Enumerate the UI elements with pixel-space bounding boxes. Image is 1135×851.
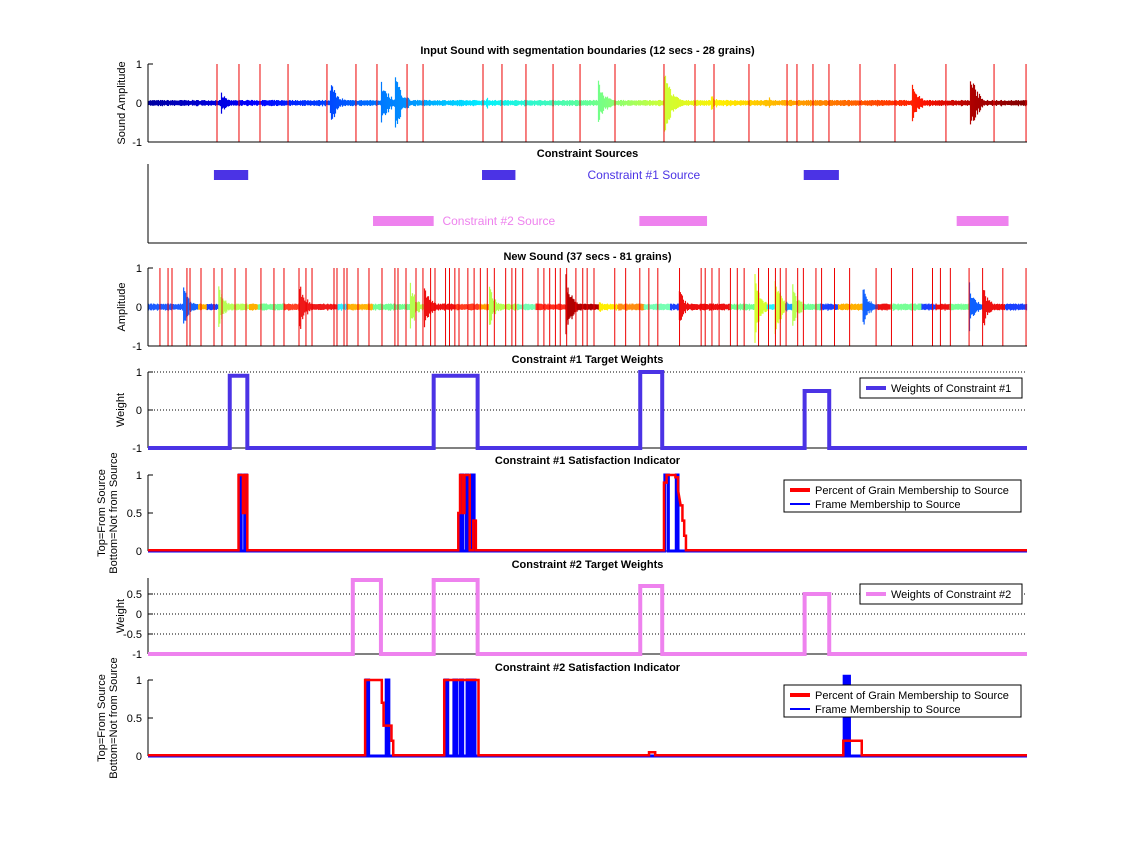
y-axis-label: Top=From Source (96, 469, 108, 557)
y-tick-label: -1 (132, 137, 142, 149)
y-tick-label: -1 (132, 341, 142, 353)
y-tick-label: 0.5 (127, 508, 142, 520)
chart-title: New Sound (37 secs - 81 grains) (503, 251, 671, 263)
y-tick-label: 0.5 (127, 589, 142, 601)
y-axis-label: Bottom=Not from Source (108, 657, 120, 778)
legend-label: Frame Membership to Source (815, 704, 961, 716)
y-tick-label: 1 (136, 59, 142, 71)
legend: Weights of Constraint #2 (859, 583, 1023, 605)
chart-title: Constraint #2 Target Weights (512, 559, 664, 571)
y-axis-label: Bottom=Not from Source (108, 452, 120, 573)
constraint-1-source-bar (213, 170, 249, 180)
legend-label: Weights of Constraint #2 (891, 589, 1011, 601)
legend: Percent of Grain Membership to Source Fra… (783, 684, 1022, 718)
y-tick-label: 1 (136, 675, 142, 687)
y-tick-label: 0 (136, 609, 142, 621)
panel-new-sound: New Sound (37 secs - 81 grains) 1 0 -1 Ampli… (116, 251, 1028, 353)
y-tick-label: 0.5 (127, 713, 142, 725)
constraint-1-source-bar (803, 170, 839, 180)
y-axis-label: Weight (115, 599, 127, 633)
y-tick-label: 1 (136, 263, 142, 275)
panel-c1-satisfaction: Constraint #1 Satisfaction Indicator 1 0.5… (96, 452, 1027, 574)
panel-c1-weights: Constraint #1 Target Weights 1 0 -1 Weights … (115, 354, 1027, 455)
legend: Percent of Grain Membership to Source Fra… (783, 479, 1022, 513)
y-tick-label: 1 (136, 367, 142, 379)
chart-title: Constraint #2 Satisfaction Indicator (495, 662, 681, 674)
constraint-2-source-bar (956, 216, 1009, 226)
panel-c2-satisfaction: Constraint #2 Satisfaction Indicator 1 0.5… (96, 657, 1027, 779)
panel-input-sound: Input Sound with segmentation boundaries… (116, 45, 1028, 149)
chart-title: Constraint #1 Target Weights (512, 354, 664, 366)
y-axis-label: Weight (115, 393, 127, 427)
y-tick-label: 1 (136, 470, 142, 482)
chart-title: Input Sound with segmentation boundaries… (420, 45, 755, 57)
y-axis-label: Top=From Source (96, 674, 108, 762)
legend: Weights of Constraint #1 (859, 377, 1023, 399)
panel-constraint-sources: Constraint Sources Constraint #1 Source Co… (147, 148, 1027, 244)
y-axis-label: Sound Amplitude (116, 61, 128, 144)
legend-label: Frame Membership to Source (815, 499, 961, 511)
panel-c2-weights: Constraint #2 Target Weights0.50-0.5-1We… (115, 559, 1027, 661)
y-tick-label: -1 (132, 649, 142, 661)
legend-label: Percent of Grain Membership to Source (815, 690, 1009, 702)
y-tick-label: 0 (136, 302, 142, 314)
constraint-2-source-bar (373, 216, 434, 226)
y-tick-label: 0 (136, 751, 142, 763)
y-tick-label: 0 (136, 98, 142, 110)
legend-label: Percent of Grain Membership to Source (815, 485, 1009, 497)
constraint-1-source-label: Constraint #1 Source (588, 168, 701, 182)
constraint-1-source-bar (482, 170, 516, 180)
y-tick-label: 0 (136, 546, 142, 558)
constraint-2-source-label: Constraint #2 Source (442, 214, 555, 228)
y-tick-label: 0 (136, 405, 142, 417)
legend-label: Weights of Constraint #1 (891, 383, 1011, 395)
y-axis-label: Amplitude (116, 283, 128, 332)
chart-title: Constraint #1 Satisfaction Indicator (495, 455, 681, 467)
constraint-2-source-bar (639, 216, 708, 226)
chart-title: Constraint Sources (537, 148, 638, 160)
figure: Input Sound with segmentation boundaries… (96, 45, 1028, 779)
y-tick-label: -1 (132, 443, 142, 455)
